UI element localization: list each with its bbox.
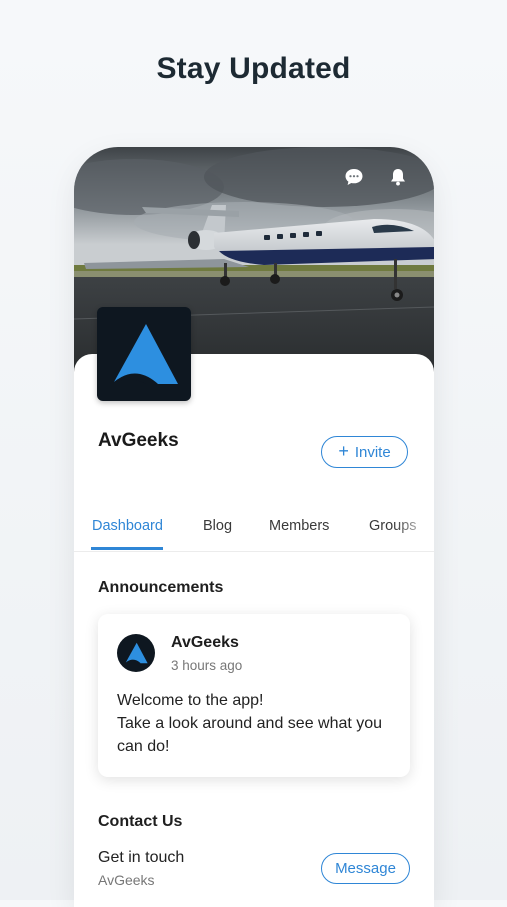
contact-title: Contact Us — [98, 813, 183, 830]
phone-frame: AvGeeks + Invite Dashboard Blog Members … — [74, 147, 434, 907]
tab-scroll-fade — [394, 509, 434, 549]
post-body: Welcome to the app! Take a look around a… — [117, 689, 397, 758]
active-tab-indicator — [91, 547, 163, 550]
announcement-card[interactable]: AvGeeks 3 hours ago Welcome to the app! … — [98, 614, 410, 777]
avatar — [117, 634, 155, 672]
tab-members[interactable]: Members — [269, 518, 329, 534]
contact-meta: AvGeeks — [98, 872, 155, 888]
chat-bubble-icon[interactable] — [344, 167, 364, 187]
group-logo — [97, 307, 191, 401]
post-author: AvGeeks — [171, 634, 239, 651]
post-line: Welcome to the app! — [117, 692, 264, 709]
plus-icon: + — [338, 441, 349, 461]
post-timestamp: 3 hours ago — [171, 658, 243, 673]
group-name: AvGeeks — [98, 430, 179, 451]
invite-button-label: Invite — [354, 443, 391, 461]
header-actions — [344, 167, 408, 187]
page-headline: Stay Updated — [156, 52, 351, 85]
bell-icon[interactable] — [388, 167, 408, 187]
announcements-title: Announcements — [98, 579, 224, 596]
tab-dashboard[interactable]: Dashboard — [92, 518, 163, 534]
contact-subtitle: Get in touch — [98, 849, 185, 866]
tab-bar: Dashboard Blog Members Groups — [74, 509, 434, 552]
invite-button[interactable]: + Invite — [321, 436, 408, 468]
tab-blog[interactable]: Blog — [203, 518, 232, 534]
post-line: Take a look around and see what you can … — [117, 715, 383, 755]
logo-mark-icon — [125, 642, 148, 664]
logo-mark-icon — [114, 324, 178, 384]
message-button[interactable]: Message — [321, 853, 410, 884]
